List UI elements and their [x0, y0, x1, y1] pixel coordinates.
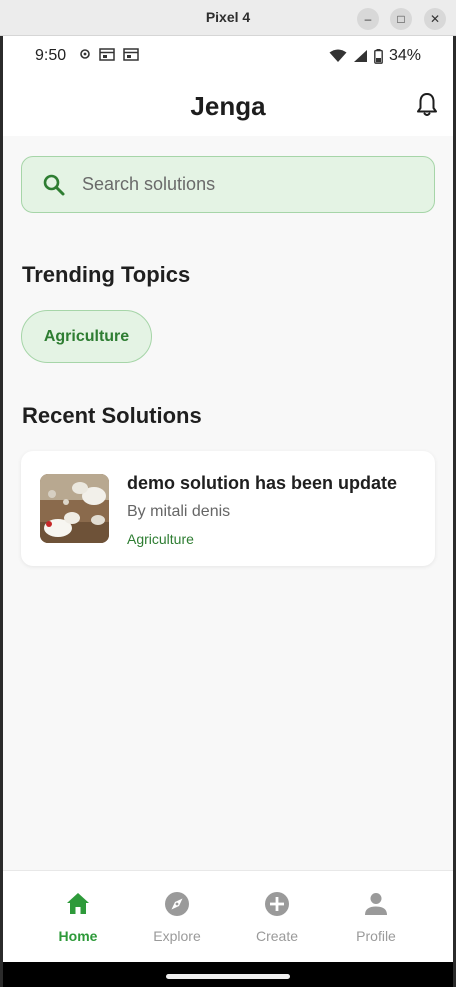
bell-icon[interactable]: [415, 92, 439, 118]
nav-home-label: Home: [58, 928, 98, 944]
maximize-icon: □: [397, 12, 405, 26]
person-icon: [365, 893, 387, 915]
signal-icon: [353, 50, 367, 62]
close-button[interactable]: ✕: [424, 8, 446, 30]
nav-explore[interactable]: Explore: [127, 871, 227, 962]
minimize-button[interactable]: –: [357, 8, 379, 30]
minimize-icon: –: [364, 12, 372, 26]
nav-home[interactable]: Home: [28, 871, 128, 962]
chicken-farm-image: [40, 474, 109, 543]
emulator-title: Pixel 4: [205, 9, 251, 25]
nav-profile-label: Profile: [356, 928, 396, 944]
add-circle-icon: [265, 892, 289, 916]
recent-heading: Recent Solutions: [22, 403, 202, 428]
nav-create-label: Create: [255, 928, 299, 944]
solution-title: demo solution has been update: [127, 473, 398, 493]
app-title: Jenga: [190, 91, 266, 121]
bottom-navigation: Home Explore Create Profile: [3, 870, 453, 962]
search-input[interactable]: [82, 157, 422, 212]
gesture-area: [3, 962, 453, 987]
status-bar: 9:50 34%: [3, 36, 453, 76]
sync-icon: [80, 49, 90, 59]
trending-heading: Trending Topics: [22, 262, 191, 287]
solution-thumbnail: [40, 474, 109, 543]
battery-percent: 34%: [388, 47, 421, 64]
home-gesture-handle[interactable]: [166, 974, 290, 979]
status-right: 34%: [329, 47, 421, 65]
calendar-icon: [123, 48, 139, 61]
maximize-button[interactable]: □: [390, 8, 412, 30]
app-bar: Jenga: [3, 76, 453, 136]
notification-icons: [79, 48, 139, 61]
status-time: 9:50: [35, 47, 67, 64]
wifi-icon: [329, 49, 347, 62]
emulator-titlebar: Pixel 4 – □ ✕: [0, 0, 456, 36]
search-icon: [43, 174, 65, 196]
nav-explore-label: Explore: [153, 928, 201, 944]
nav-profile[interactable]: Profile: [326, 871, 426, 962]
solution-author: By mitali denis: [127, 503, 231, 520]
calendar-icon: [99, 48, 115, 61]
topic-chip-agriculture[interactable]: Agriculture: [21, 310, 152, 363]
battery-icon: [374, 48, 383, 64]
phone-screen: 9:50 34% Jenga Search solutions Trending…: [3, 36, 453, 962]
solution-card[interactable]: demo solution has been update By mitali …: [21, 451, 435, 566]
nav-create[interactable]: Create: [227, 871, 327, 962]
compass-icon: [165, 892, 189, 916]
close-icon: ✕: [429, 12, 441, 26]
home-icon: [67, 893, 89, 914]
search-bar[interactable]: [21, 156, 435, 213]
solution-category: Agriculture: [127, 531, 194, 547]
